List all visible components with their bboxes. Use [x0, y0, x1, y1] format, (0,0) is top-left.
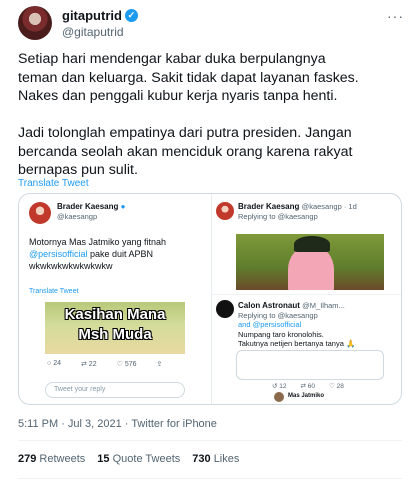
reply2-like-count-value: 28	[336, 383, 344, 390]
embedded-handle: @kaesangp	[57, 212, 98, 221]
embedded-name: Brader Kaesang ●	[57, 202, 125, 211]
tweet-media[interactable]: Brader Kaesang ● @kaesangp Motornya Mas …	[18, 193, 402, 405]
embedded-quoted-tweet	[236, 350, 384, 380]
retweets-count[interactable]: 279	[18, 453, 36, 465]
embedded-text-line3: wkwkwkwkwkwkwkw	[29, 261, 113, 271]
reply2-retweet-count: ⇄ 60	[300, 383, 316, 390]
likes-stat[interactable]: 730 Likes	[192, 453, 239, 465]
likes-count[interactable]: 730	[192, 453, 210, 465]
embedded-meme-image-right	[236, 234, 384, 290]
tweet-timestamp[interactable]: 5:11 PM · Jul 3, 2021 · Twitter for iPho…	[18, 418, 217, 430]
meme-caption-line2: Msh Muda	[78, 326, 152, 343]
embedded-text-line2: @persisofficial pake duit APBN	[29, 248, 204, 260]
embedded-avatar-reply2	[216, 300, 234, 318]
reply2-reply-count: ↺ 12	[272, 383, 287, 390]
embedded-retweet-count-value: 22	[88, 361, 97, 368]
likes-label[interactable]: Likes	[214, 453, 240, 465]
embedded-mention: @persisofficial	[29, 249, 88, 259]
embedded-stats-row: ○ 24 ⇄ 22 ♡ 576 ⇪	[47, 360, 162, 368]
embedded-text-line1: Motornya Mas Jatmiko yang fitnah	[29, 237, 167, 247]
embedded-avatar	[29, 202, 51, 224]
embedded-meme-image: Kasihan Mana Msh Muda	[45, 302, 185, 354]
author-display-name[interactable]: gitaputrid ✓	[62, 8, 138, 23]
embedded-replying-reply2: Replying to @kaesangp	[238, 311, 318, 320]
embedded-like-count-value: 576	[124, 361, 137, 368]
quote-tweets-count[interactable]: 15	[97, 453, 109, 465]
embedded-share-icon: ⇪	[156, 361, 163, 368]
embedded-translate-link: Translate Tweet	[29, 288, 79, 295]
embedded-screenshot-right: Brader Kaesang @kaesangp · 1d Replying t…	[212, 194, 401, 404]
patrick-hat	[294, 236, 330, 252]
embedded-stats-row-right: ↺ 12 ⇄ 60 ♡ 28	[272, 382, 344, 390]
author-display-name-text[interactable]: gitaputrid	[62, 8, 122, 23]
patrick-figure	[288, 246, 334, 290]
tweet-stats: 279 Retweets 15 Quote Tweets 730 Likes	[18, 453, 251, 465]
divider	[18, 440, 402, 441]
tweet-header: gitaputrid ✓ @gitaputrid ···	[18, 6, 406, 42]
embedded-handle-right: @kaesangp · 1d	[301, 202, 357, 211]
meme-caption-line1: Kasihan Mana	[64, 306, 166, 323]
reply2-like-count: ♡ 28	[329, 383, 344, 390]
translate-tweet-link[interactable]: Translate Tweet	[18, 178, 89, 189]
embedded-handle-reply2: @M_Ilham...	[302, 301, 345, 310]
embedded-name-reply3: Mas Jatmiko	[288, 393, 325, 399]
embedded-name-reply2-text: Calon Astronaut	[238, 301, 300, 310]
more-options-icon[interactable]: ···	[387, 8, 404, 24]
embedded-name-text: Brader Kaesang	[57, 202, 119, 211]
embedded-tweet-text: Motornya Mas Jatmiko yang fitnah @persis…	[29, 236, 204, 272]
quote-tweets-stat[interactable]: 15 Quote Tweets	[97, 453, 180, 465]
avatar[interactable]	[18, 6, 52, 40]
embedded-retweet-count: ⇄ 22	[80, 361, 97, 368]
retweets-stat[interactable]: 279 Retweets	[18, 453, 85, 465]
reply2-text-line1: Numpang taro kronolohis.	[238, 330, 324, 339]
embedded-reply2-text: Numpang taro kronolohis. Takutnya netije…	[238, 330, 398, 348]
embedded-replying-reply2-2: and @persisofficial	[238, 320, 302, 329]
author-handle[interactable]: @gitaputrid	[62, 25, 138, 39]
verified-badge-icon: ✓	[124, 9, 138, 22]
embedded-replying-right: Replying to @kaesangp	[238, 212, 318, 221]
tweet-text: Setiap hari mendengar kabar duka berpula…	[18, 51, 359, 178]
retweets-label[interactable]: Retweets	[39, 453, 85, 465]
embedded-reply-count: ○ 24	[47, 360, 61, 367]
embedded-text-after-mention: pake duit APBN	[87, 249, 154, 259]
embedded-name-right-text: Brader Kaesang	[238, 202, 300, 211]
divider	[18, 478, 402, 479]
author-names: gitaputrid ✓ @gitaputrid	[62, 8, 138, 39]
divider	[212, 294, 401, 295]
embedded-avatar-right	[216, 202, 234, 220]
embedded-reply-count-value: 24	[53, 360, 61, 367]
embedded-name-reply2: Calon Astronaut @M_Ilham...	[238, 301, 345, 310]
embedded-screenshot-left: Brader Kaesang ● @kaesangp Motornya Mas …	[19, 194, 211, 404]
reply2-retweet-count-value: 60	[307, 383, 315, 390]
embedded-name-right: Brader Kaesang @kaesangp · 1d	[238, 202, 357, 211]
embedded-avatar-reply3	[274, 392, 284, 402]
embedded-reply-box: Tweet your reply	[45, 382, 185, 398]
embedded-verified-icon: ●	[120, 202, 126, 211]
reply2-reply-count-value: 12	[279, 383, 287, 390]
reply2-text-line2: Takutnya netijen bertanya tanya 🙏	[238, 339, 356, 348]
embedded-like-count: ♡ 576	[116, 361, 137, 368]
quote-tweets-label[interactable]: Quote Tweets	[113, 453, 181, 465]
